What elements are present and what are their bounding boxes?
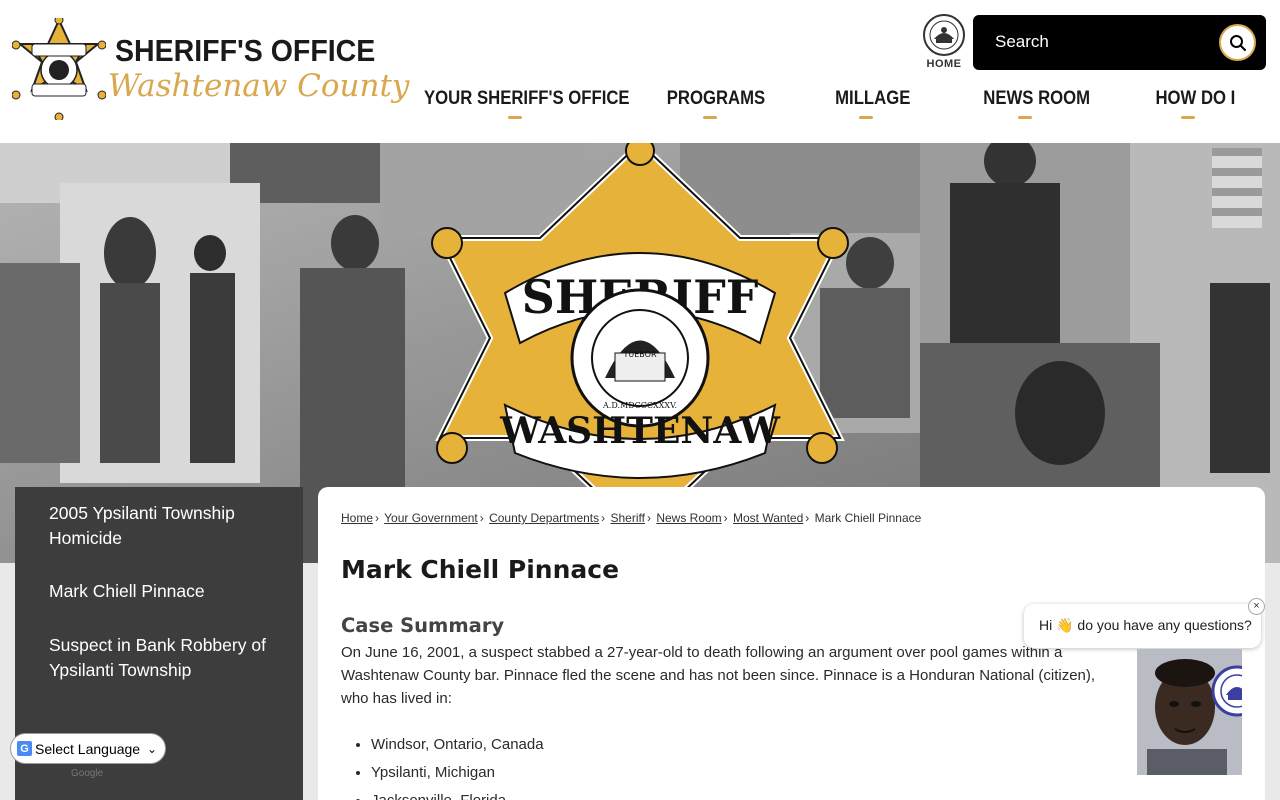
sidebar-item-bank-robbery-suspect[interactable]: Suspect in Bank Robbery of Ypsilanti Tow… bbox=[49, 633, 279, 683]
seal-date: A.D.MDCCCXXXV. bbox=[602, 401, 677, 410]
nav-label: NEWS ROOM bbox=[983, 88, 1091, 109]
county-seal-icon bbox=[923, 14, 965, 56]
case-summary-text: On June 16, 2001, a suspect stabbed a 27… bbox=[341, 644, 1096, 707]
sidebar-item-2005-ypsilanti-township-homicide[interactable]: 2005 Ypsilanti Township Homicide bbox=[49, 501, 279, 551]
logo-subtitle: Washtenaw County bbox=[108, 68, 410, 104]
chat-close-button[interactable]: × bbox=[1248, 598, 1265, 615]
language-select[interactable]: G Select Language ⌄ bbox=[10, 733, 166, 764]
breadcrumb-separator: › bbox=[805, 511, 810, 525]
nav-label: MILLAGE bbox=[835, 88, 911, 109]
google-powered-label: Google bbox=[71, 768, 104, 779]
nav-underline bbox=[1018, 116, 1032, 119]
list-item: Jacksonville, Florida bbox=[371, 787, 544, 800]
county-seal-icon bbox=[1211, 665, 1242, 717]
search-icon bbox=[1229, 34, 1246, 51]
site-header: SHERIFF'S OFFICE Washtenaw County HOME Y… bbox=[0, 0, 1280, 143]
breadcrumb-county-departments[interactable]: County Departments bbox=[489, 511, 599, 525]
nav-underline bbox=[1181, 116, 1195, 119]
logo-title: SHERIFF'S OFFICE bbox=[115, 33, 376, 68]
page-title: Mark Chiell Pinnace bbox=[341, 555, 620, 584]
nav-your-sheriffs-office[interactable]: YOUR SHERIFF'S OFFICE bbox=[410, 88, 630, 128]
breadcrumb-separator: › bbox=[375, 511, 380, 525]
nav-how-do-i[interactable]: HOW DO I bbox=[1150, 88, 1235, 128]
breadcrumb-news-room[interactable]: News Room bbox=[656, 511, 721, 525]
search-button[interactable] bbox=[1219, 24, 1256, 61]
list-item: Ypsilanti, Michigan bbox=[371, 759, 544, 787]
residence-list: Windsor, Ontario, Canada Ypsilanti, Mich… bbox=[371, 731, 544, 800]
breadcrumb-your-government[interactable]: Your Government bbox=[384, 511, 478, 525]
breadcrumb-most-wanted[interactable]: Most Wanted bbox=[733, 511, 803, 525]
main-nav: YOUR SHERIFF'S OFFICE PROGRAMS MILLAGE N… bbox=[380, 88, 1260, 128]
seal-motto: TUEBOR bbox=[623, 350, 657, 359]
breadcrumb-current: Mark Chiell Pinnace bbox=[814, 511, 922, 525]
breadcrumb-separator: › bbox=[646, 511, 651, 525]
nav-underline bbox=[508, 116, 522, 119]
nav-programs[interactable]: PROGRAMS bbox=[660, 88, 765, 128]
chat-prompt-bubble[interactable]: Hi 👋 do you have any questions? bbox=[1024, 604, 1261, 648]
badge-bottom-text: WASHTENAW bbox=[499, 410, 780, 452]
list-item: Windsor, Ontario, Canada bbox=[371, 731, 544, 759]
search-input[interactable] bbox=[987, 25, 1207, 59]
breadcrumb-home[interactable]: Home bbox=[341, 511, 373, 525]
sheriff-star-logo-icon bbox=[12, 18, 106, 120]
search-bar bbox=[973, 15, 1266, 70]
breadcrumb-separator: › bbox=[723, 511, 728, 525]
nav-label: PROGRAMS bbox=[666, 88, 766, 109]
nav-label: HOW DO I bbox=[1155, 88, 1236, 109]
sidebar-item-mark-chiell-pinnace[interactable]: Mark Chiell Pinnace bbox=[49, 579, 279, 604]
language-select-label: Select Language bbox=[35, 740, 141, 757]
breadcrumb-separator: › bbox=[601, 511, 606, 525]
breadcrumb: Home › Your Government › County Department… bbox=[341, 511, 921, 525]
google-translate-icon: G bbox=[17, 741, 32, 756]
nav-label: YOUR SHERIFF'S OFFICE bbox=[424, 88, 630, 109]
home-label: HOME bbox=[926, 58, 962, 70]
section-title-case-summary: Case Summary bbox=[341, 614, 505, 637]
nav-underline bbox=[859, 116, 873, 119]
nav-millage[interactable]: MILLAGE bbox=[830, 88, 910, 128]
breadcrumb-sheriff[interactable]: Sheriff bbox=[611, 511, 645, 525]
nav-news-room[interactable]: NEWS ROOM bbox=[976, 88, 1090, 128]
chat-avatar-button[interactable] bbox=[1137, 649, 1242, 775]
site-logo[interactable]: SHERIFF'S OFFICE Washtenaw County bbox=[12, 18, 409, 122]
home-link[interactable]: HOME bbox=[920, 14, 968, 72]
nav-underline bbox=[703, 116, 717, 119]
breadcrumb-separator: › bbox=[479, 511, 484, 525]
chevron-down-icon: ⌄ bbox=[146, 741, 157, 756]
